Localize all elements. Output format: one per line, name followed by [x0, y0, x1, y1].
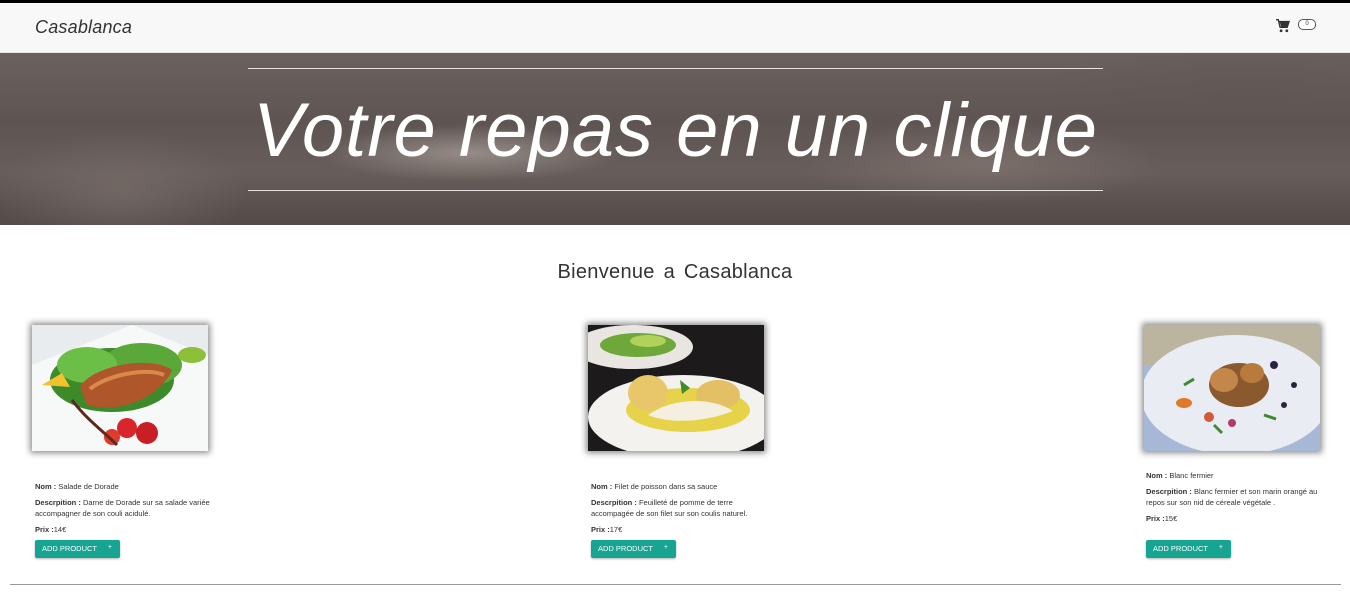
add-product-button[interactable]: ADD PRODUCT +: [591, 540, 676, 558]
product-name-line: Nom : Salade de Dorade: [35, 481, 215, 492]
cart-count-badge: 0: [1298, 19, 1316, 30]
product-price: 15€: [1164, 514, 1178, 523]
shopping-cart-icon: [1276, 19, 1291, 33]
product-info: Nom : Salade de Dorade Descrpition : Dar…: [35, 481, 215, 540]
description-label: Descrpition :: [35, 498, 81, 507]
plus-icon: +: [663, 544, 668, 551]
hero-top-rule: [248, 68, 1103, 69]
price-label: Prix :: [591, 525, 610, 534]
hero-bottom-rule: [248, 190, 1103, 191]
product-price-line: Prix :15€: [1146, 513, 1326, 524]
add-product-label: ADD PRODUCT: [42, 544, 98, 553]
product-description-line: Descrpition : Darne de Dorade sur sa sal…: [35, 497, 215, 519]
hero-banner: Votre repas en un clique: [0, 53, 1350, 225]
product-description-line: Descrpition : Feuilleté de pomme de terr…: [591, 497, 771, 519]
product-name: Salade de Dorade: [58, 482, 119, 491]
product-price: 14€: [53, 525, 67, 534]
product-image-salade-de-dorade: [32, 325, 208, 451]
footer-divider: [10, 584, 1341, 585]
product-price: 17€: [609, 525, 623, 534]
product-description-line: Descrpition : Blanc fermier et son marin…: [1146, 486, 1326, 508]
welcome-heading: Bienvenue a Casablanca: [557, 261, 793, 283]
product-name-line: Nom : Filet de poisson dans sa sauce: [591, 481, 771, 492]
price-label: Prix :: [35, 525, 54, 534]
plus-icon: +: [107, 544, 112, 551]
brand-link[interactable]: Casablanca: [35, 17, 132, 38]
description-label: Descrpition :: [591, 498, 637, 507]
product-price-line: Prix :17€: [591, 524, 771, 535]
add-product-button[interactable]: ADD PRODUCT +: [35, 540, 120, 558]
product-image-blanc-fermier: [1144, 325, 1320, 451]
product-name: Filet de poisson dans sa sauce: [614, 482, 718, 491]
name-label: Nom :: [35, 482, 57, 491]
name-label: Nom :: [1146, 471, 1168, 480]
product-info: Nom : Filet de poisson dans sa sauce Des…: [591, 481, 771, 540]
name-label: Nom :: [591, 482, 613, 491]
add-product-label: ADD PRODUCT: [1153, 544, 1209, 553]
product-name: Blanc fermier: [1169, 471, 1214, 480]
navbar: Casablanca 0: [0, 3, 1350, 53]
product-name-line: Nom : Blanc fermier: [1146, 470, 1326, 481]
plus-icon: +: [1218, 544, 1223, 551]
hero-title: Votre repas en un clique: [252, 88, 1099, 173]
product-price-line: Prix :14€: [35, 524, 215, 535]
description-label: Descrpition :: [1146, 487, 1192, 496]
add-product-button[interactable]: ADD PRODUCT +: [1146, 540, 1231, 558]
product-info: Nom : Blanc fermier Descrpition : Blanc …: [1146, 470, 1326, 529]
add-product-label: ADD PRODUCT: [598, 544, 654, 553]
product-image-filet-de-poisson: [588, 325, 764, 451]
cart-button[interactable]: 0: [1275, 19, 1319, 41]
price-label: Prix :: [1146, 514, 1165, 523]
